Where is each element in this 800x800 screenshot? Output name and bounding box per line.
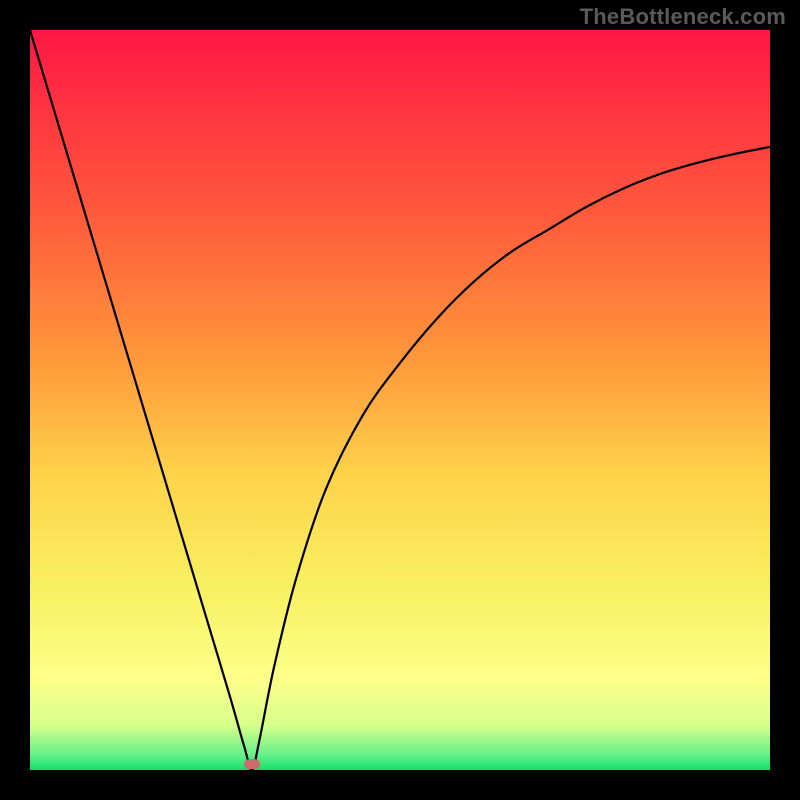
plot-area	[30, 30, 770, 770]
chart-frame: TheBottleneck.com	[0, 0, 800, 800]
optimal-marker	[244, 759, 260, 769]
watermark-text: TheBottleneck.com	[580, 4, 786, 30]
chart-svg	[30, 30, 770, 770]
